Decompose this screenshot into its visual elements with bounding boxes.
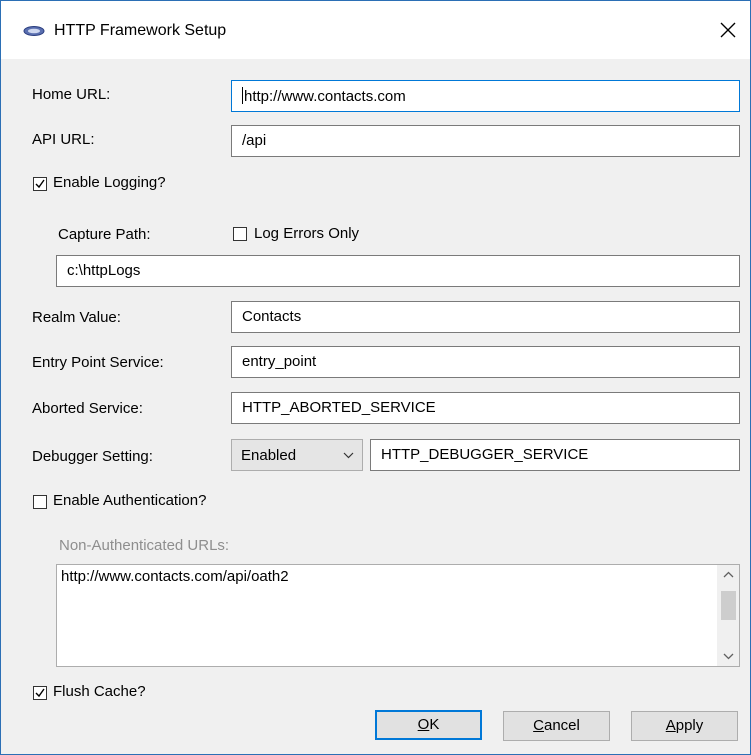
home-url-value: http://www.contacts.com — [244, 88, 406, 105]
apply-label-rest: pply — [675, 717, 704, 734]
enable-authentication-label[interactable]: Enable Authentication? — [53, 492, 206, 509]
debugger-setting-label: Debugger Setting: — [32, 448, 153, 465]
aborted-service-field[interactable]: HTTP_ABORTED_SERVICE — [231, 392, 740, 424]
apply-button[interactable]: Apply — [631, 711, 738, 741]
dialog-body: Home URL: http://www.contacts.com API UR… — [1, 59, 750, 754]
flush-cache-checkbox[interactable] — [33, 686, 47, 700]
log-errors-only-label[interactable]: Log Errors Only — [254, 225, 359, 242]
realm-value-label: Realm Value: — [32, 309, 121, 326]
debugger-setting-dropdown[interactable]: Enabled — [231, 439, 363, 471]
app-icon — [23, 26, 45, 36]
checkmark-icon — [35, 179, 45, 189]
entry-point-service-label: Entry Point Service: — [32, 354, 164, 371]
ok-button[interactable]: OK — [375, 710, 482, 740]
realm-value-value: Contacts — [242, 308, 302, 325]
checkmark-icon — [35, 688, 45, 698]
api-url-field[interactable]: /api — [231, 125, 740, 157]
cancel-button[interactable]: Cancel — [503, 711, 610, 741]
log-errors-only-checkbox[interactable] — [233, 227, 247, 241]
capture-path-value: c:\httpLogs — [67, 262, 141, 279]
ok-label-rest: K — [429, 716, 440, 733]
title-bar[interactable]: HTTP Framework Setup — [1, 1, 750, 59]
debugger-service-value: HTTP_DEBUGGER_SERVICE — [381, 446, 589, 463]
scrollbar-thumb[interactable] — [721, 591, 736, 620]
cancel-label-rest: ancel — [543, 717, 580, 734]
list-item[interactable]: http://www.contacts.com/api/oath2 — [61, 568, 289, 585]
vertical-scrollbar[interactable] — [717, 565, 739, 666]
cancel-mnemonic: C — [533, 717, 544, 734]
scroll-down-icon[interactable] — [718, 646, 739, 666]
home-url-field[interactable]: http://www.contacts.com — [231, 80, 740, 112]
dialog-window: HTTP Framework Setup Home URL: http://ww… — [0, 0, 751, 755]
text-caret — [242, 87, 243, 104]
enable-logging-checkbox[interactable] — [33, 177, 47, 191]
api-url-value: /api — [242, 132, 267, 149]
window-title: HTTP Framework Setup — [54, 22, 227, 39]
non-authenticated-urls-label: Non-Authenticated URLs: — [59, 537, 230, 554]
entry-point-service-field[interactable]: entry_point — [231, 346, 740, 378]
close-icon[interactable] — [715, 17, 741, 43]
entry-point-service-value: entry_point — [242, 353, 317, 370]
scroll-up-icon[interactable] — [718, 565, 739, 585]
ok-mnemonic: O — [417, 716, 430, 733]
capture-path-field[interactable]: c:\httpLogs — [56, 255, 740, 287]
debugger-service-field[interactable]: HTTP_DEBUGGER_SERVICE — [370, 439, 740, 471]
home-url-label: Home URL: — [32, 86, 111, 103]
chevron-down-icon — [343, 452, 354, 459]
apply-mnemonic: A — [665, 717, 676, 734]
enable-logging-label[interactable]: Enable Logging? — [53, 174, 166, 191]
realm-value-field[interactable]: Contacts — [231, 301, 740, 333]
flush-cache-label[interactable]: Flush Cache? — [53, 683, 146, 700]
non-authenticated-urls-list[interactable]: http://www.contacts.com/api/oath2 — [56, 564, 740, 667]
api-url-label: API URL: — [32, 131, 95, 148]
debugger-setting-selected: Enabled — [241, 447, 297, 464]
aborted-service-value: HTTP_ABORTED_SERVICE — [242, 399, 436, 416]
capture-path-label: Capture Path: — [58, 226, 151, 243]
enable-authentication-checkbox[interactable] — [33, 495, 47, 509]
aborted-service-label: Aborted Service: — [32, 400, 143, 417]
